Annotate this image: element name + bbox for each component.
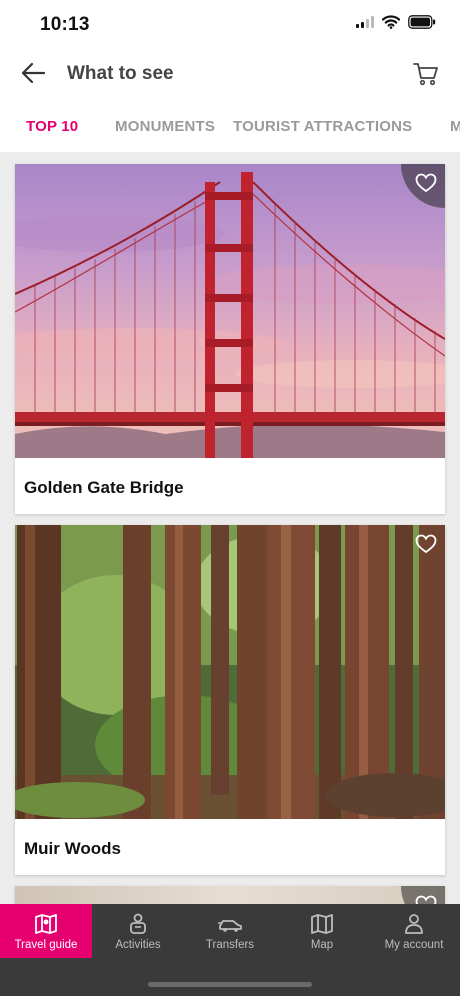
page-title: What to see	[67, 63, 174, 84]
redwood-forest-photo	[15, 525, 445, 819]
nav-transfers[interactable]: Transfers	[184, 904, 276, 958]
nav-map[interactable]: Map	[276, 904, 368, 958]
nav-label: Travel guide	[14, 939, 78, 951]
nav-label: Map	[310, 939, 334, 951]
cart-button[interactable]	[412, 60, 440, 88]
arrow-left-icon	[21, 62, 46, 84]
nav-travel-guide[interactable]: Travel guide	[0, 904, 92, 958]
home-indicator	[148, 982, 312, 987]
tab-monuments[interactable]: MONUMENTS	[115, 118, 215, 135]
signal-icon	[356, 16, 374, 28]
nav-activities[interactable]: Activities	[92, 904, 184, 958]
tab-top-10[interactable]: TOP 10	[26, 118, 78, 135]
status-bar: 10:13	[0, 0, 460, 48]
map-icon	[311, 914, 333, 934]
nav-label: Transfers	[205, 939, 255, 951]
person-bag-icon	[130, 913, 146, 934]
card-title: Golden Gate Bridge	[24, 478, 184, 497]
nav-label: Activities	[115, 939, 161, 951]
car-icon	[218, 920, 242, 932]
nav-label: My account	[384, 939, 444, 951]
tab-tourist-attractions[interactable]: TOURIST ATTRACTIONS	[233, 118, 412, 135]
status-time: 10:13	[40, 14, 90, 35]
battery-icon	[408, 15, 436, 29]
cart-icon	[413, 63, 438, 86]
attraction-card[interactable]: Golden Gate Bridge	[15, 164, 445, 514]
app-header: What to see	[0, 48, 460, 100]
golden-gate-bridge-photo	[15, 164, 445, 458]
attraction-card[interactable]: Muir Woods	[15, 525, 445, 875]
status-icons	[356, 15, 436, 29]
map-book-icon	[35, 914, 57, 934]
heart-icon	[415, 173, 437, 193]
category-tabs: TOP 10 MONUMENTS TOURIST ATTRACTIONS M	[0, 100, 460, 152]
nav-my-account[interactable]: My account	[368, 904, 460, 958]
wifi-icon	[382, 15, 400, 29]
heart-icon	[415, 534, 437, 554]
tab-more-partial[interactable]: M	[450, 118, 460, 135]
card-title: Muir Woods	[24, 839, 121, 858]
back-button[interactable]	[18, 60, 48, 86]
user-icon	[405, 914, 423, 934]
